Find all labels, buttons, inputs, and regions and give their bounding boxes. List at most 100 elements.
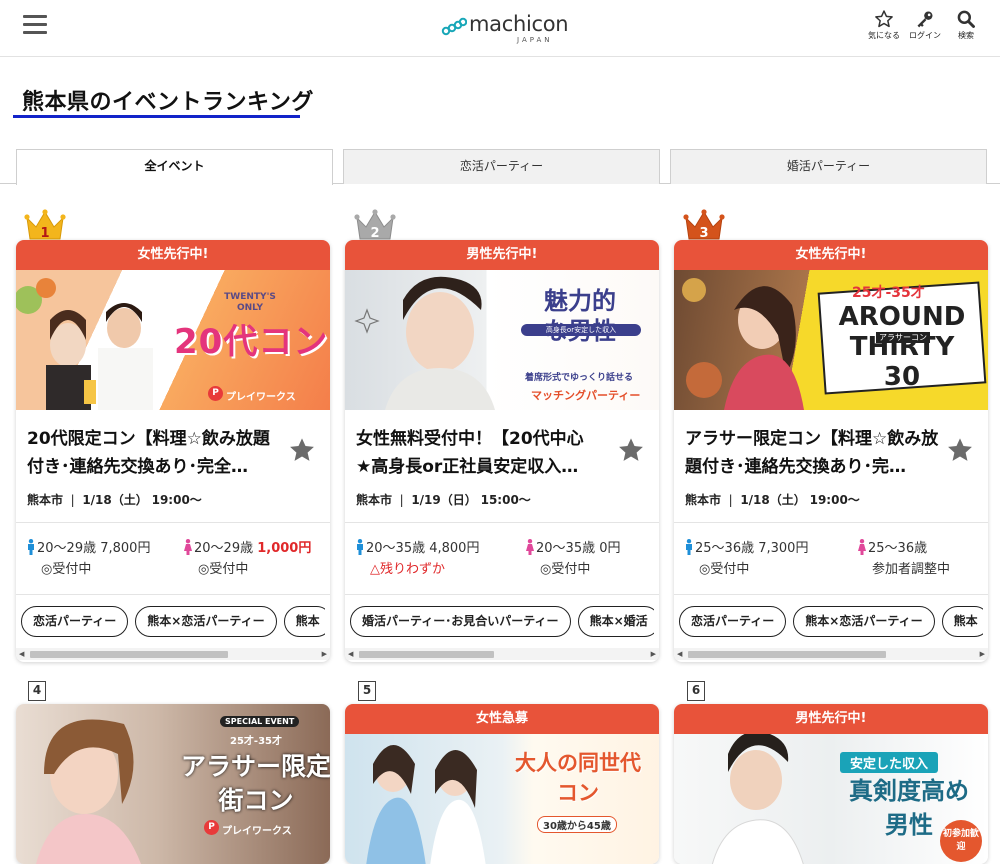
tab-all-events[interactable]: 全イベント (16, 149, 333, 185)
status-banner: 女性先行中! (16, 240, 330, 270)
category-tabs: 全イベント 恋活パーティー 婚活パーティー (0, 149, 1000, 185)
photo-brand: プレイワークス (226, 392, 296, 403)
rank-number: 2 (370, 226, 379, 241)
divider (345, 522, 659, 523)
photo-sub-text: 安定した収入 (840, 752, 939, 773)
male-price: 7,300円 (758, 541, 809, 556)
tag-scrollbar[interactable]: ◀ ▶ (16, 648, 330, 660)
tag-list: 恋活パーティー 熊本×恋活パーティー 熊本 (21, 606, 325, 638)
favorite-button[interactable]: 気になる (864, 9, 904, 43)
favorite-star-icon[interactable] (288, 436, 316, 464)
scroll-left-icon[interactable]: ◀ (677, 650, 682, 658)
hamburger-menu-icon[interactable] (23, 15, 47, 35)
gold-crown-icon: 1 (24, 209, 66, 241)
female-person-icon (858, 539, 866, 555)
female-age: 20～35歳 (536, 541, 596, 556)
login-label: ログイン (909, 31, 941, 40)
male-person-icon (357, 539, 363, 555)
event-image[interactable]: 25才-35才 AROUND THIRTY 30 アラサーコン (674, 270, 988, 410)
female-price-block: 25～36歳 参加者調整中 (858, 538, 950, 580)
male-age: 20～35歳 (366, 541, 426, 556)
scroll-right-icon[interactable]: ▶ (322, 650, 327, 658)
event-image[interactable]: 安定した収入 真剣度高め 男性 初参加歓迎 (674, 734, 988, 864)
status-banner: 女性先行中! (674, 240, 988, 270)
tag-chip[interactable]: 婚活パーティー･お見合いパーティー (350, 606, 571, 637)
event-card-6[interactable]: 男性先行中! 安定した収入 真剣度高め 男性 初参加歓迎 (674, 704, 988, 864)
tag-chip[interactable]: 恋活パーティー (21, 606, 129, 637)
search-button[interactable]: 検索 (946, 9, 986, 43)
event-time: 19:00～ (151, 493, 202, 507)
event-card-2[interactable]: 男性先行中! 魅力的な男性 高身長or安定した収入 着席形式でゆっくり話せる マ… (345, 240, 659, 662)
female-price-block: 20～29歳 1,000円 ◎受付中 (184, 538, 311, 580)
female-status: ◎受付中 (198, 562, 249, 577)
female-price: 0円 (599, 541, 621, 556)
favorite-star-icon[interactable] (946, 436, 974, 464)
male-status: ◎受付中 (41, 562, 92, 577)
male-age: 20～29歳 (37, 541, 97, 556)
male-status: △残りわずか (370, 562, 445, 577)
tag-chip[interactable]: 熊本 (941, 606, 983, 637)
tag-scrollbar[interactable]: ◀ ▶ (345, 648, 659, 660)
tag-chip[interactable]: 熊本 (283, 606, 325, 637)
male-price-block: 25～36歳 7,300円 ◎受付中 (685, 538, 808, 580)
favorite-star-icon[interactable] (617, 436, 645, 464)
tag-chip[interactable]: 熊本×恋活パーティー (793, 606, 935, 637)
logo-sub: JAPAN (517, 36, 553, 44)
event-title-line-1: アラサー限定コン【料理☆飲み放 (685, 429, 939, 449)
brand-logo-icon: P (208, 386, 223, 401)
photo-sub-text: 25才-35才 (852, 285, 925, 301)
event-meta: 熊本市 | 1/19（日） 15:00～ (356, 493, 531, 507)
divider (16, 522, 330, 523)
photo-sub-text: SPECIAL EVENT (220, 716, 300, 727)
event-title-line-1: 20代限定コン【料理☆飲み放題 (27, 429, 270, 449)
event-image[interactable]: TWENTY'S ONLY 20代コン プレイワークス P (16, 270, 330, 410)
scrollbar-thumb[interactable] (688, 651, 886, 658)
event-image[interactable]: SPECIAL EVENT 25才-35才 アラサー限定 街コン プレイワークス… (16, 704, 330, 864)
male-person-icon (686, 539, 692, 555)
bronze-crown-icon: 3 (683, 209, 725, 241)
rank-number: 1 (40, 226, 49, 241)
site-logo[interactable]: machicon JAPAN (441, 11, 569, 45)
tag-scrollbar[interactable]: ◀ ▶ (674, 648, 988, 660)
scroll-right-icon[interactable]: ▶ (651, 650, 656, 658)
scrollbar-thumb[interactable] (30, 651, 228, 658)
login-button[interactable]: ログイン (905, 9, 945, 43)
event-image[interactable]: 大人の同世代コン 30歳から45歳 (345, 734, 659, 864)
tag-chip[interactable]: 熊本×婚活 (577, 606, 654, 637)
tag-chip[interactable]: 熊本×恋活パーティー (135, 606, 277, 637)
female-age: 25～36歳 (868, 541, 928, 556)
male-price-block: 20～29歳 7,800円 ◎受付中 (27, 538, 150, 580)
title-underline (13, 115, 300, 118)
rank-badge: 6 (687, 681, 705, 701)
page-title: 熊本県のイベントランキング (22, 90, 314, 115)
event-image[interactable]: 魅力的な男性 高身長or安定した収入 着席形式でゆっくり話せる マッチングパーテ… (345, 270, 659, 410)
event-title[interactable]: アラサー限定コン【料理☆飲み放 題付き･連絡先交換あり･完… (685, 425, 940, 481)
photo-badge: 初参加歓迎 (940, 820, 982, 862)
silver-crown-icon: 2 (354, 209, 396, 241)
event-city: 熊本市 (27, 493, 64, 507)
photo-sub-text: TWENTY'S ONLY (224, 292, 276, 313)
event-date: 1/18（土） (740, 493, 806, 507)
tab-konkatsu-party[interactable]: 婚活パーティー (670, 149, 987, 184)
female-status: ◎受付中 (540, 562, 591, 577)
scroll-left-icon[interactable]: ◀ (348, 650, 353, 658)
male-person-icon (28, 539, 34, 555)
tag-chip[interactable]: 恋活パーティー (679, 606, 787, 637)
scroll-right-icon[interactable]: ▶ (980, 650, 985, 658)
scrollbar-thumb[interactable] (359, 651, 494, 658)
event-city: 熊本市 (685, 493, 722, 507)
event-title[interactable]: 女性無料受付中！【20代中心 ★高身長or正社員安定収入… (356, 425, 611, 481)
tab-koikatsu-party[interactable]: 恋活パーティー (343, 149, 660, 184)
event-title[interactable]: 20代限定コン【料理☆飲み放題 付き･連絡先交換あり･完全… (27, 425, 282, 481)
photo-brand: アラサーコン (876, 332, 930, 343)
brand-logo-icon: P (204, 820, 219, 835)
divider (674, 522, 988, 523)
female-age: 20～29歳 (194, 541, 254, 556)
event-card-3[interactable]: 女性先行中! 25才-35才 AROUND THIRTY 30 アラサーコン ア… (674, 240, 988, 662)
event-card-1[interactable]: 女性先行中! TWENTY'S ONLY 20代コン プレイワークス P 20代… (16, 240, 330, 662)
scroll-left-icon[interactable]: ◀ (19, 650, 24, 658)
event-card-4[interactable]: SPECIAL EVENT 25才-35才 アラサー限定 街コン プレイワークス… (16, 704, 330, 864)
divider (345, 594, 659, 595)
event-card-5[interactable]: 女性急募 大人の同世代コン 30歳から45歳 (345, 704, 659, 864)
search-icon (957, 10, 975, 28)
